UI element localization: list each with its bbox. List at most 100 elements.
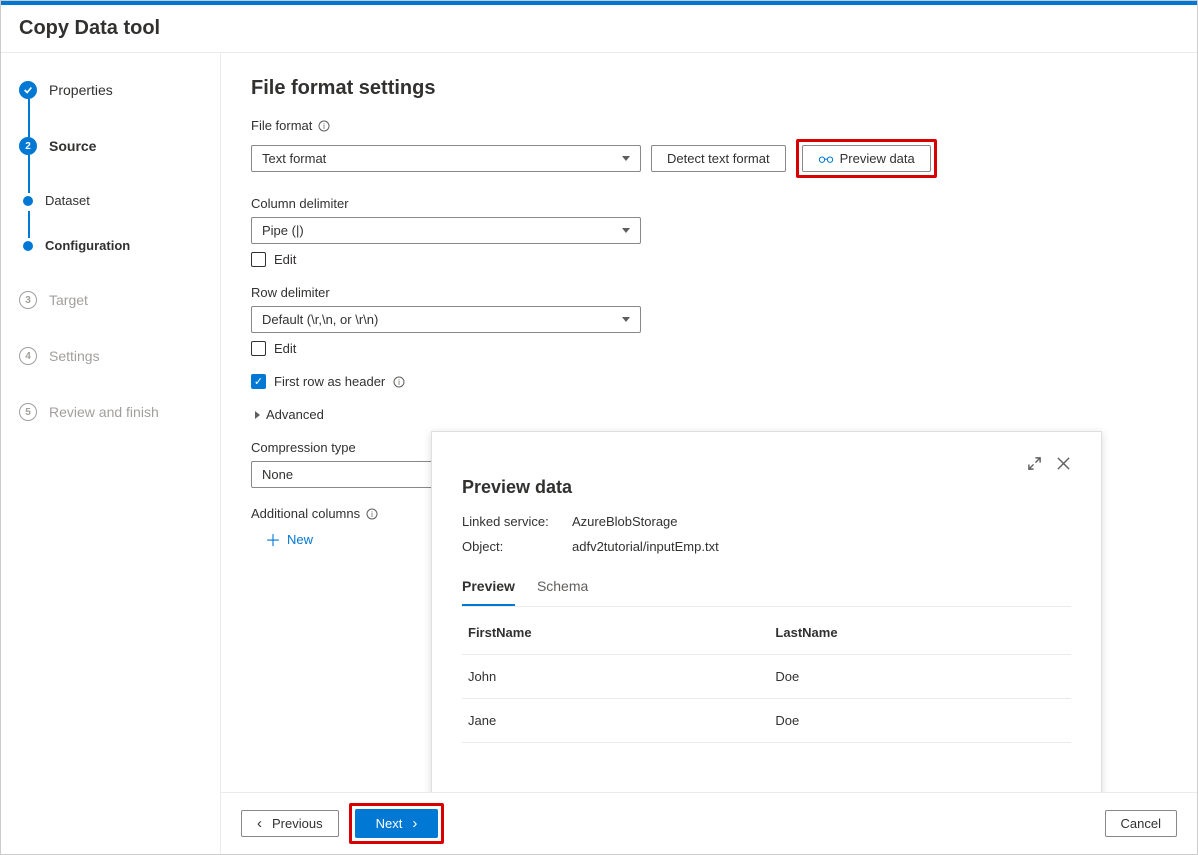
step-review[interactable]: 5 Review and finish	[19, 403, 202, 421]
file-format-label: File format i	[251, 118, 1167, 133]
column-delimiter-group: Column delimiter Pipe (|) Edit	[251, 196, 1167, 267]
step-label: Source	[49, 138, 96, 154]
step-target[interactable]: 3 Target	[19, 291, 202, 309]
row-delimiter-label: Row delimiter	[251, 285, 1167, 300]
cell: Doe	[769, 699, 1071, 743]
row-delimiter-select[interactable]: Default (\r,\n, or \r\n)	[251, 306, 641, 333]
cell: Doe	[769, 655, 1071, 699]
checkbox-label: First row as header	[274, 374, 385, 389]
select-value: Default (\r,\n, or \r\n)	[262, 312, 378, 327]
column-delimiter-label: Column delimiter	[251, 196, 1167, 211]
step-label: Dataset	[45, 193, 90, 208]
table-row: John Doe	[462, 655, 1071, 699]
chevron-down-icon	[622, 228, 630, 233]
meta-value: adfv2tutorial/inputEmp.txt	[572, 539, 719, 554]
first-row-header-checkbox[interactable]: ✓ First row as header i	[251, 374, 1167, 389]
sidebar: Properties 2 Source Dataset Configuratio…	[1, 53, 221, 854]
dot-icon	[23, 241, 33, 251]
step-number-icon: 2	[19, 137, 37, 155]
plus-icon: ＋	[265, 527, 281, 551]
close-icon[interactable]	[1056, 456, 1071, 471]
expand-icon[interactable]	[1027, 456, 1042, 471]
cell: John	[462, 655, 769, 699]
triangle-right-icon	[255, 411, 260, 419]
checkbox-checked-icon: ✓	[251, 374, 266, 389]
chevron-down-icon	[622, 156, 630, 161]
step-properties[interactable]: Properties	[19, 81, 202, 99]
checkbox-icon	[251, 252, 266, 267]
previous-button[interactable]: Previous	[241, 810, 339, 837]
footer-left: Previous Next	[241, 803, 444, 844]
label-text: File format	[251, 118, 312, 133]
highlight-preview-data: Preview data	[796, 139, 937, 178]
advanced-label: Advanced	[266, 407, 324, 422]
panel-header-controls	[462, 456, 1071, 471]
checkbox-icon	[251, 341, 266, 356]
column-delimiter-select[interactable]: Pipe (|)	[251, 217, 641, 244]
table-row: Jane Doe	[462, 699, 1071, 743]
check-icon	[19, 81, 37, 99]
preview-data-panel: Preview data Linked service: AzureBlobSt…	[431, 431, 1102, 814]
preview-title: Preview data	[462, 477, 1071, 498]
preview-data-button[interactable]: Preview data	[802, 145, 931, 172]
detect-text-format-button[interactable]: Detect text format	[651, 145, 786, 172]
step-label: Configuration	[45, 238, 130, 253]
connector	[28, 211, 30, 238]
select-value: Text format	[262, 151, 326, 166]
file-format-select[interactable]: Text format	[251, 145, 641, 172]
select-value: None	[262, 467, 293, 482]
linked-service-row: Linked service: AzureBlobStorage	[462, 514, 1071, 529]
section-title: File format settings	[251, 77, 1167, 100]
preview-table: FirstName LastName John Doe Jane Doe	[462, 611, 1071, 743]
file-format-row: Text format Detect text format Preview d…	[251, 139, 1167, 178]
step-label: Review and finish	[49, 404, 159, 420]
step-number-icon: 5	[19, 403, 37, 421]
column-header: LastName	[769, 611, 1071, 655]
advanced-toggle[interactable]: Advanced	[251, 407, 1167, 422]
button-label: Preview data	[840, 151, 915, 166]
chevron-down-icon	[622, 317, 630, 322]
step-configuration[interactable]: Configuration	[23, 238, 202, 253]
highlight-next: Next	[349, 803, 445, 844]
button-label: Previous	[272, 816, 323, 831]
tab-preview[interactable]: Preview	[462, 578, 515, 606]
step-source[interactable]: 2 Source	[19, 137, 202, 155]
info-icon[interactable]: i	[318, 120, 330, 132]
svg-text:i: i	[324, 122, 326, 131]
checkbox-label: Edit	[274, 341, 296, 356]
table-header-row: FirstName LastName	[462, 611, 1071, 655]
svg-text:i: i	[371, 510, 373, 519]
column-delimiter-edit[interactable]: Edit	[251, 252, 1167, 267]
preview-tabs: Preview Schema	[462, 578, 1071, 607]
glasses-icon	[818, 154, 834, 164]
meta-value: AzureBlobStorage	[572, 514, 678, 529]
file-format-group: File format i Text format Detect text fo…	[251, 118, 1167, 178]
row-delimiter-edit[interactable]: Edit	[251, 341, 1167, 356]
info-icon[interactable]: i	[393, 376, 405, 388]
cancel-button[interactable]: Cancel	[1105, 810, 1177, 837]
new-label: New	[287, 532, 313, 547]
svg-text:i: i	[398, 378, 400, 387]
button-label: Next	[376, 816, 403, 831]
next-button[interactable]: Next	[355, 809, 439, 838]
select-value: Pipe (|)	[262, 223, 304, 238]
step-label: Settings	[49, 348, 100, 364]
object-row: Object: adfv2tutorial/inputEmp.txt	[462, 539, 1071, 554]
step-number-icon: 4	[19, 347, 37, 365]
connector	[28, 99, 30, 137]
row-delimiter-group: Row delimiter Default (\r,\n, or \r\n) E…	[251, 285, 1167, 356]
step-number-icon: 3	[19, 291, 37, 309]
wizard-footer: Previous Next Cancel	[221, 792, 1197, 854]
first-row-header-group: ✓ First row as header i	[251, 374, 1167, 389]
cell: Jane	[462, 699, 769, 743]
info-icon[interactable]: i	[366, 508, 378, 520]
column-header: FirstName	[462, 611, 769, 655]
dot-icon	[23, 196, 33, 206]
step-settings[interactable]: 4 Settings	[19, 347, 202, 365]
connector	[28, 155, 30, 193]
tab-schema[interactable]: Schema	[537, 578, 588, 606]
page-title: Copy Data tool	[1, 5, 1197, 53]
step-dataset[interactable]: Dataset	[23, 193, 202, 208]
checkbox-label: Edit	[274, 252, 296, 267]
label-text: Additional columns	[251, 506, 360, 521]
